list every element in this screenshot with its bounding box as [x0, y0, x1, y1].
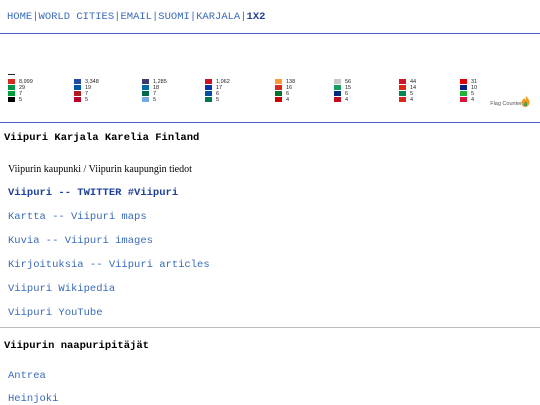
flag-icon: [275, 79, 282, 85]
visitor-count: 4: [471, 97, 475, 103]
counter-divider: [0, 122, 540, 123]
flag-icon: [275, 97, 282, 103]
flag-icon: [460, 85, 467, 91]
nav-1x2-link[interactable]: 1X2: [247, 11, 266, 23]
images-link[interactable]: Kuvia -- Viipuri images: [8, 235, 153, 247]
flag-icon: [142, 79, 149, 85]
flag-icon: [399, 97, 406, 103]
header-divider: [0, 33, 540, 34]
flag-counter-label: Flag Counter: [490, 101, 522, 107]
top-navigation: HOME|WORLD CITIES|EMAIL|SUOMI|KARJALA|1X…: [7, 11, 265, 23]
flag-icon: [399, 79, 406, 85]
flag-icon: [74, 97, 81, 103]
flag-icon: [74, 91, 81, 97]
maps-link[interactable]: Kartta -- Viipuri maps: [8, 211, 147, 223]
flag-counter-entry: 5: [205, 97, 219, 103]
flag-icon: [74, 85, 81, 91]
flag-icon: [205, 85, 212, 91]
flag-icon: [399, 91, 406, 97]
flag-icon: [334, 79, 341, 85]
flag-icon: [8, 97, 15, 103]
flag-icon: [275, 91, 282, 97]
flag-icon: [74, 79, 81, 85]
visitor-count: 4: [345, 97, 349, 103]
nav-world-cities-link[interactable]: WORLD CITIES: [39, 11, 115, 23]
nav-suomi-link[interactable]: SUOMI: [158, 11, 190, 23]
twitter-link[interactable]: Viipuri -- TWITTER #Viipuri: [8, 187, 178, 199]
visitor-count: 5: [19, 97, 23, 103]
articles-link[interactable]: Kirjoituksia -- Viipuri articles: [8, 259, 210, 271]
flag-icon: [205, 79, 212, 85]
youtube-link[interactable]: Viipuri YouTube: [8, 307, 103, 319]
flag-icon: [8, 91, 15, 97]
flag-icon: [460, 79, 467, 85]
visitor-count: 5: [216, 97, 220, 103]
flag-icon: [8, 79, 15, 85]
flag-icon: [334, 91, 341, 97]
flag-counter-entry: 5: [142, 97, 156, 103]
flag-counter-entry: 4: [275, 97, 289, 103]
flag-counter-entry: 4: [460, 97, 474, 103]
flame-icon: [521, 95, 530, 107]
flag-icon: [205, 91, 212, 97]
wikipedia-link[interactable]: Viipuri Wikipedia: [8, 283, 115, 295]
flag-icon: [334, 85, 341, 91]
visitor-count: 5: [85, 97, 89, 103]
visitor-count: 4: [410, 97, 414, 103]
flag-icon: [142, 97, 149, 103]
flag-icon: [460, 97, 467, 103]
flag-counter-widget[interactable]: Flag Counter 8,999 3,348 1,285 1,062 138 56 44…: [8, 74, 532, 112]
page-heading-viipuri: Viipuri Karjala Karelia Finland: [4, 132, 200, 144]
flag-icon: [460, 91, 467, 97]
visitor-count: 5: [153, 97, 157, 103]
section-divider: [0, 327, 540, 328]
visitor-count: 4: [286, 97, 290, 103]
nav-karjala-link[interactable]: KARJALA: [196, 11, 240, 23]
flag-icon: [275, 85, 282, 91]
flag-counter-entry: 5: [74, 97, 88, 103]
neighbours-heading: Viipurin naapuripitäjät: [4, 340, 149, 352]
city-info-text: Viipurin kaupunki / Viipurin kaupungin t…: [8, 164, 192, 175]
antrea-link[interactable]: Antrea: [8, 370, 46, 382]
nav-email-link[interactable]: EMAIL: [120, 11, 152, 23]
flag-icon: [205, 97, 212, 103]
flag-counter-entry: 5: [8, 97, 22, 103]
flag-icon: [142, 85, 149, 91]
nav-home-link[interactable]: HOME: [7, 11, 32, 23]
flag-counter-entry: 4: [334, 97, 348, 103]
heinjoki-link[interactable]: Heinjoki: [8, 393, 58, 405]
flag-icon: [334, 97, 341, 103]
flag-counter-entry: 4: [399, 97, 413, 103]
flag-icon: [142, 91, 149, 97]
flag-icon: [399, 85, 406, 91]
flag-icon: [8, 85, 15, 91]
counter-dash: [8, 74, 15, 75]
